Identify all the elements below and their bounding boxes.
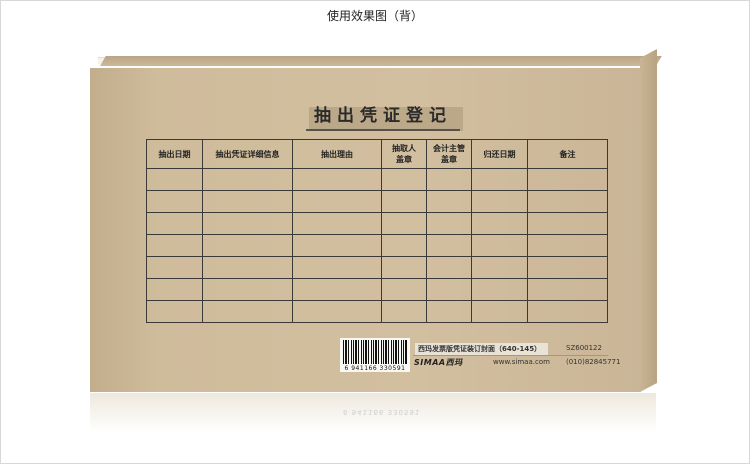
caption: 使用效果图（背） xyxy=(326,9,423,23)
table-cell xyxy=(146,234,203,257)
table-cell xyxy=(426,212,472,235)
table-row xyxy=(146,168,608,191)
column-header: 会计主管 盖章 xyxy=(426,139,472,169)
cover-top-edge xyxy=(100,56,662,66)
table-cell xyxy=(381,168,427,191)
table-cell xyxy=(426,300,472,323)
form-title: 抽出凭证登记 xyxy=(314,106,452,126)
table-row xyxy=(146,300,608,323)
product-code: SZ600122 xyxy=(566,344,602,352)
column-header: 抽出凭证详细信息 xyxy=(202,139,293,169)
table-cell xyxy=(146,212,203,235)
table-cell xyxy=(381,212,427,235)
table-cell xyxy=(381,234,427,257)
table-cell xyxy=(292,190,382,213)
column-header: 备注 xyxy=(527,139,608,169)
table-cell xyxy=(426,168,472,191)
table-cell xyxy=(292,300,382,323)
table-cell xyxy=(381,278,427,301)
table-cell xyxy=(202,234,293,257)
table-cell xyxy=(146,278,203,301)
table-cell xyxy=(471,234,528,257)
column-header: 归还日期 xyxy=(471,139,528,169)
table-row xyxy=(146,234,608,257)
table-cell xyxy=(471,212,528,235)
table-cell xyxy=(292,168,382,191)
table-cell xyxy=(202,256,293,279)
table-cell xyxy=(527,190,608,213)
table-cell xyxy=(381,300,427,323)
table-cell xyxy=(146,168,203,191)
table-row xyxy=(146,256,608,279)
table-body xyxy=(146,168,608,323)
column-header: 抽取人 盖章 xyxy=(381,139,427,169)
table-cell xyxy=(426,256,472,279)
table-cell xyxy=(292,256,382,279)
cover-spine-side xyxy=(640,48,657,393)
table-cell xyxy=(471,168,528,191)
table-cell xyxy=(471,190,528,213)
table-cell xyxy=(381,256,427,279)
table-cell xyxy=(146,256,203,279)
brand-logo: SIMAA西玛 xyxy=(414,358,463,367)
table-cell xyxy=(527,278,608,301)
table-cell xyxy=(471,278,528,301)
table-cell xyxy=(527,256,608,279)
table-cell xyxy=(426,190,472,213)
table-cell xyxy=(527,212,608,235)
label-divider xyxy=(413,355,608,356)
website: www.simaa.com xyxy=(493,358,550,366)
register-table: 抽出日期 抽出凭证详细信息 抽出理由 抽取人 盖章 会计主管 盖章 归还日期 备… xyxy=(146,139,608,323)
table-cell xyxy=(202,278,293,301)
table-row xyxy=(146,190,608,213)
table-cell xyxy=(527,300,608,323)
table-cell xyxy=(292,212,382,235)
form-title-wrap: 抽出凭证登记 xyxy=(306,104,463,131)
table-cell xyxy=(146,190,203,213)
barcode-bars xyxy=(343,340,407,364)
barcode: 6 941166 330591 xyxy=(340,338,410,372)
table-row xyxy=(146,212,608,235)
table-cell xyxy=(426,278,472,301)
barcode-number: 6 941166 330591 xyxy=(344,365,406,372)
table-row xyxy=(146,278,608,301)
table-cell xyxy=(292,234,382,257)
phone-number: (010)82845771 xyxy=(566,358,621,366)
table-cell xyxy=(202,190,293,213)
table-cell xyxy=(146,300,203,323)
table-cell xyxy=(426,234,472,257)
table-cell xyxy=(202,168,293,191)
table-header-row: 抽出日期 抽出凭证详细信息 抽出理由 抽取人 盖章 会计主管 盖章 归还日期 备… xyxy=(146,139,608,169)
table-cell xyxy=(202,212,293,235)
table-cell xyxy=(202,300,293,323)
product-name: 西玛发票版凭证装订封面（640-145） xyxy=(415,343,548,355)
table-cell xyxy=(471,256,528,279)
table-cell xyxy=(292,278,382,301)
table-cell xyxy=(471,300,528,323)
column-header: 抽出日期 xyxy=(146,139,203,169)
column-header: 抽出理由 xyxy=(292,139,382,169)
table-cell xyxy=(527,168,608,191)
table-cell xyxy=(381,190,427,213)
reflected-barcode-number: 6 941166 330591 xyxy=(343,408,421,416)
table-cell xyxy=(527,234,608,257)
